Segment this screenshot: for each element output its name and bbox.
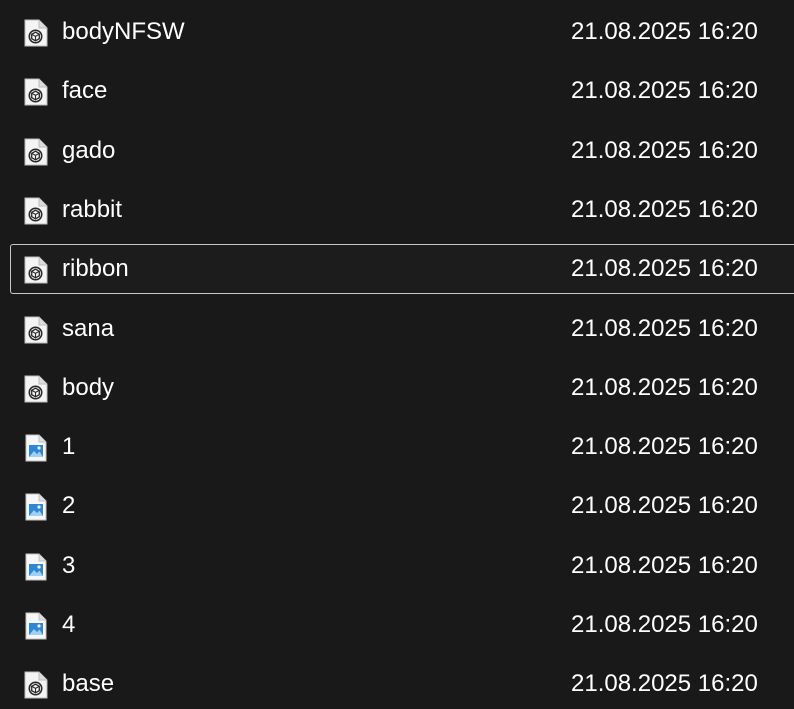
file-name: rabbit — [62, 196, 123, 223]
file-name: 2 — [62, 492, 76, 519]
image-file-icon — [23, 493, 49, 521]
file-date-modified: 21.08.2025 16:20 — [571, 552, 758, 579]
file-date-modified: 21.08.2025 16:20 — [571, 137, 758, 164]
3d-object-file-icon — [23, 671, 49, 699]
file-name: gado — [62, 137, 116, 164]
file-list: bodyNFSW 21.08.2025 16:20 face 21.08.2025 1… — [0, 0, 794, 701]
file-name: bodyNFSW — [62, 18, 185, 45]
3d-object-file-icon — [23, 256, 49, 284]
file-name: 1 — [62, 433, 76, 460]
file-row[interactable]: 1 21.08.2025 16:20 — [10, 422, 794, 472]
file-row[interactable]: bodyNFSW 21.08.2025 16:20 — [10, 7, 794, 57]
file-name: 4 — [62, 611, 76, 638]
file-row[interactable]: base 21.08.2025 16:20 — [10, 659, 794, 709]
file-name: body — [62, 374, 115, 401]
file-row[interactable]: body 21.08.2025 16:20 — [10, 363, 794, 413]
file-date-modified: 21.08.2025 16:20 — [571, 611, 758, 638]
file-date-modified: 21.08.2025 16:20 — [571, 255, 758, 282]
file-name: sana — [62, 315, 115, 342]
file-date-modified: 21.08.2025 16:20 — [571, 492, 758, 519]
3d-object-file-icon — [23, 316, 49, 344]
file-row[interactable]: sana 21.08.2025 16:20 — [10, 304, 794, 354]
file-name: face — [62, 77, 108, 104]
image-file-icon — [23, 434, 49, 462]
file-row[interactable]: rabbit 21.08.2025 16:20 — [10, 185, 794, 235]
file-row[interactable]: gado 21.08.2025 16:20 — [10, 126, 794, 176]
file-row-selected[interactable]: ribbon 21.08.2025 16:20 — [10, 244, 794, 294]
image-file-icon — [23, 612, 49, 640]
file-name: ribbon — [62, 255, 129, 282]
file-date-modified: 21.08.2025 16:20 — [571, 374, 758, 401]
3d-object-file-icon — [23, 19, 49, 47]
3d-object-file-icon — [23, 78, 49, 106]
3d-object-file-icon — [23, 375, 49, 403]
3d-object-file-icon — [23, 197, 49, 225]
file-date-modified: 21.08.2025 16:20 — [571, 18, 758, 45]
file-row[interactable]: 2 21.08.2025 16:20 — [10, 481, 794, 531]
3d-object-file-icon — [23, 138, 49, 166]
file-date-modified: 21.08.2025 16:20 — [571, 433, 758, 460]
image-file-icon — [23, 553, 49, 581]
file-date-modified: 21.08.2025 16:20 — [571, 196, 758, 223]
file-row[interactable]: 4 21.08.2025 16:20 — [10, 600, 794, 650]
file-name: 3 — [62, 552, 76, 579]
file-row[interactable]: face 21.08.2025 16:20 — [10, 66, 794, 116]
file-date-modified: 21.08.2025 16:20 — [571, 77, 758, 104]
file-row[interactable]: 3 21.08.2025 16:20 — [10, 541, 794, 591]
file-date-modified: 21.08.2025 16:20 — [571, 315, 758, 342]
